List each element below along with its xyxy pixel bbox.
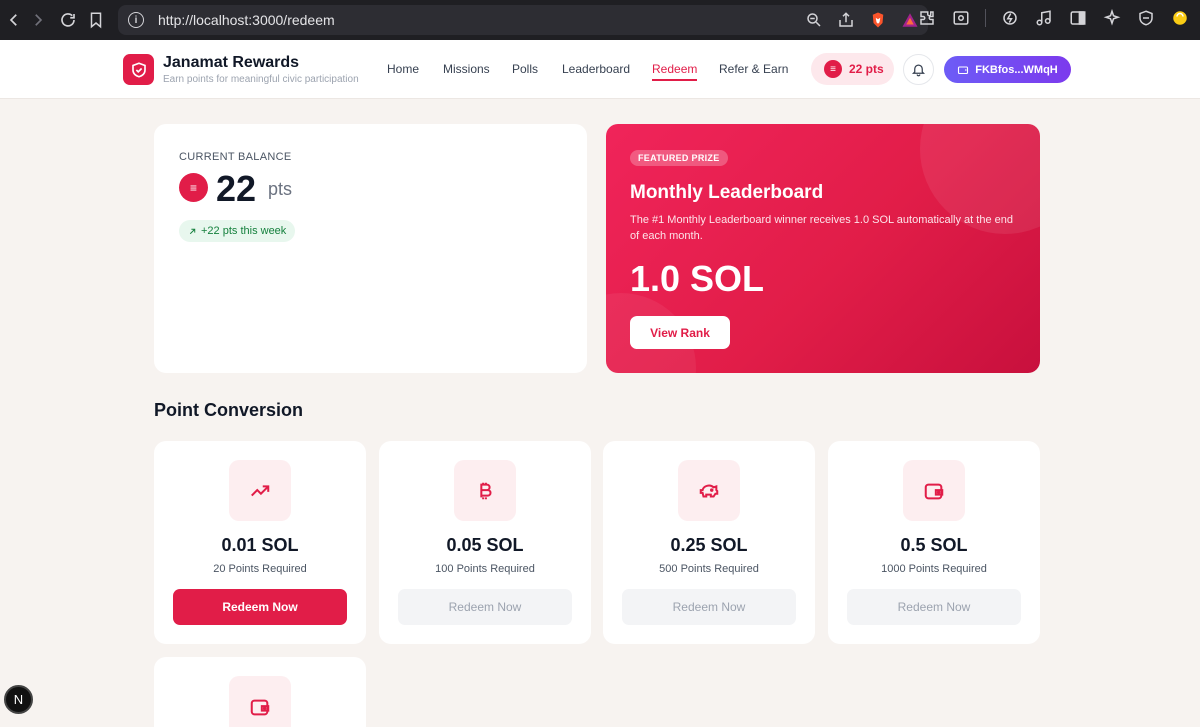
tile-required: 20 Points Required [213,563,307,575]
sparkle-icon[interactable] [1102,8,1122,28]
nav-refer-earn[interactable]: Refer & Earn [719,62,788,76]
piggy-bank-icon [699,484,719,498]
weekly-change-badge: +22 pts this week [179,220,296,242]
conversion-tile: 0.01 SOL 20 Points Required Redeem Now [154,441,366,644]
tile-required: 500 Points Required [659,563,759,575]
leo-icon[interactable] [1000,8,1020,28]
nav-missions[interactable]: Missions [443,62,490,76]
site-info-icon[interactable]: i [128,12,144,28]
conversion-tile: 0.25 SOL 500 Points Required Redeem Now [603,441,815,644]
toolbar-divider [985,9,986,27]
balance-coin-icon: ≡ [179,173,208,202]
brand-title[interactable]: Janamat Rewards [163,54,299,72]
view-rank-button[interactable]: View Rank [630,316,730,349]
featured-amount: 1.0 SOL [630,258,765,299]
arrow-up-right-icon [189,228,196,234]
tile-icon-box [903,460,965,521]
bitcoin-icon [480,482,492,499]
tile-required: 100 Points Required [435,563,535,575]
redeem-button[interactable]: Redeem Now [622,589,796,625]
sidebar-icon[interactable] [1068,8,1088,28]
nav-leaderboard[interactable]: Leaderboard [562,62,630,76]
wallet-icon [958,65,969,74]
zoom-icon[interactable] [804,10,824,30]
tile-required: 1000 Points Required [881,563,987,575]
address-bar[interactable]: i http://localhost:3000/redeem [118,5,928,35]
vpn-shield-icon[interactable] [1136,8,1156,28]
reload-icon[interactable] [54,6,82,34]
browser-toolbar: i http://localhost:3000/redeem [0,0,1200,40]
balance-label: CURRENT BALANCE [179,151,292,163]
featured-prize-card: FEATURED PRIZE Monthly Leaderboard The #… [606,124,1040,373]
redeem-button[interactable]: Redeem Now [847,589,1021,625]
notifications-button[interactable] [903,54,934,85]
featured-description: The #1 Monthly Leaderboard winner receiv… [630,214,1013,242]
featured-badge: FEATURED PRIZE [630,150,728,166]
conversion-tile: 0.5 SOL 1000 Points Required Redeem Now [828,441,1040,644]
wallet-button[interactable]: FKBfos...WMqH [944,56,1071,83]
wallet-icon [924,483,944,499]
bookmark-icon[interactable] [82,6,110,34]
redeem-button[interactable]: Redeem Now [398,589,572,625]
conversion-tile [154,657,366,727]
bell-icon [911,64,926,77]
points-pill[interactable]: ≡ 22 pts [811,53,894,85]
share-icon[interactable] [836,10,856,30]
tile-amount: 0.05 SOL [446,535,524,555]
app-header: Janamat Rewards Earn points for meaningf… [0,40,1200,99]
shield-check-icon [131,61,146,78]
points-coin-icon: ≡ [824,60,842,78]
screenshot-icon[interactable] [951,8,971,28]
music-icon[interactable] [1034,8,1054,28]
tile-icon-box [229,460,291,521]
url-text[interactable]: http://localhost:3000/redeem [158,12,335,28]
redeem-button[interactable]: Redeem Now [173,589,347,625]
tile-amount: 0.25 SOL [670,535,748,555]
points-pill-value: 22 pts [849,62,884,76]
featured-title: Monthly Leaderboard [630,182,824,203]
tile-amount: 0.01 SOL [221,535,299,555]
extensions-icon[interactable] [917,8,937,28]
brand-subtitle: Earn points for meaningful civic partici… [163,74,359,85]
nav-home[interactable]: Home [387,62,419,76]
section-title: Point Conversion [154,400,304,420]
balance-card: CURRENT BALANCE ≡ 22 pts +22 pts this we… [154,124,587,373]
wallet-address: FKBfos...WMqH [975,63,1058,76]
tile-icon-box [229,676,291,727]
tile-icon-box [454,460,516,521]
trending-up-icon [251,484,270,496]
weekly-change-text: +22 pts this week [201,225,287,237]
nav-redeem[interactable]: Redeem [652,62,698,81]
conversion-tile: 0.05 SOL 100 Points Required Redeem Now [379,441,591,644]
brand-logo[interactable] [123,54,154,85]
balance-unit: pts [268,179,293,199]
forward-icon[interactable] [24,6,52,34]
brave-shield-icon[interactable] [868,10,888,30]
profile-avatar-icon[interactable] [1170,8,1190,28]
wallet-icon [250,699,270,715]
tile-amount: 0.5 SOL [900,535,968,555]
tile-icon-box [678,460,740,521]
balance-value: 22 [216,168,257,209]
nav-polls[interactable]: Polls [512,62,538,76]
dev-tools-badge[interactable]: N [4,685,33,714]
